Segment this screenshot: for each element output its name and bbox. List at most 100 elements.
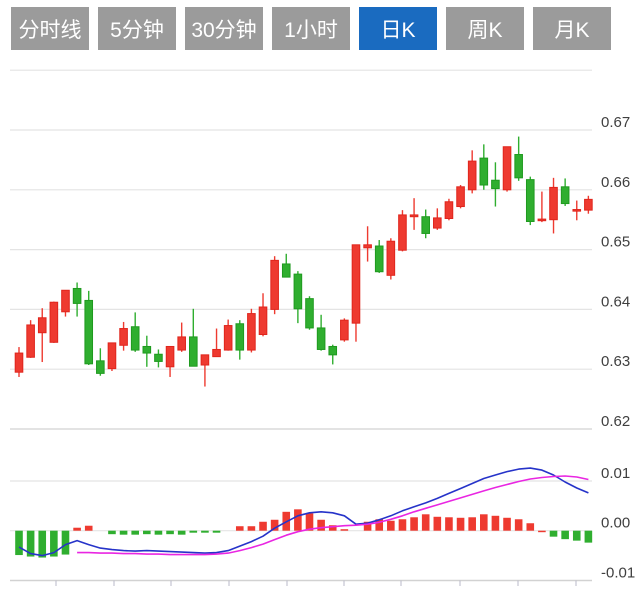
period-tabbar: 分时线 5分钟 30分钟 1小时 日K 周K 月K bbox=[11, 7, 611, 50]
candle-body bbox=[584, 198, 593, 211]
tab-1hour[interactable]: 1小时 bbox=[272, 7, 350, 50]
candle-body bbox=[247, 313, 256, 351]
macd-histogram-bar bbox=[503, 517, 511, 531]
macd-histogram-bar bbox=[212, 530, 221, 533]
macd-histogram-bar bbox=[15, 530, 23, 556]
candle-body bbox=[444, 201, 454, 220]
y-axis-label: 0.63 bbox=[601, 353, 630, 370]
candle-body bbox=[537, 218, 547, 222]
candle-body bbox=[61, 289, 70, 313]
candle-body bbox=[386, 240, 396, 276]
candle-body bbox=[340, 319, 349, 341]
tab-weekly-k[interactable]: 周K bbox=[446, 7, 524, 50]
macd-histogram-bar bbox=[538, 530, 546, 533]
candle-body bbox=[165, 345, 175, 368]
candle-body bbox=[212, 348, 221, 358]
candle-body bbox=[130, 326, 140, 351]
candle-body bbox=[270, 259, 279, 310]
macd-histogram-bar bbox=[119, 530, 128, 535]
macd-histogram-bar bbox=[445, 517, 453, 531]
candle-body bbox=[328, 345, 338, 356]
candle-body bbox=[96, 360, 105, 374]
y-axis-label: -0.01 bbox=[601, 565, 635, 582]
macd-histogram-bar bbox=[584, 530, 593, 543]
candle-body bbox=[398, 214, 407, 251]
tab-30min[interactable]: 30分钟 bbox=[185, 7, 263, 50]
macd-histogram-bar bbox=[491, 515, 500, 531]
macd-histogram-bar bbox=[177, 530, 186, 535]
macd-histogram-bar bbox=[235, 526, 244, 531]
y-axis-label: 0.67 bbox=[601, 114, 630, 131]
macd-histogram-bar bbox=[410, 517, 418, 531]
candle-body bbox=[409, 214, 419, 218]
y-axis-label: 0.65 bbox=[601, 234, 630, 251]
macd-histogram-bar bbox=[387, 520, 395, 531]
candle-body bbox=[223, 325, 233, 351]
macd-histogram-bar bbox=[317, 519, 325, 531]
y-axis-label: 0.62 bbox=[601, 413, 630, 430]
candle-body bbox=[374, 245, 384, 273]
candle-body bbox=[235, 323, 245, 351]
y-axis-label: 0.66 bbox=[601, 174, 630, 191]
macd-histogram-bar bbox=[468, 517, 476, 531]
candle-body bbox=[177, 336, 186, 351]
candle-body bbox=[421, 216, 430, 234]
candle-body bbox=[119, 328, 128, 346]
candle-body bbox=[467, 160, 477, 191]
candle-body bbox=[525, 179, 535, 222]
macd-histogram-bar bbox=[421, 514, 430, 531]
candle-body bbox=[26, 324, 35, 358]
candle-body bbox=[281, 263, 291, 278]
macd-histogram-bar bbox=[84, 525, 93, 531]
macd-histogram-bar bbox=[526, 523, 535, 531]
candle-body bbox=[316, 327, 326, 350]
macd-histogram-bar bbox=[108, 530, 116, 535]
candle-body bbox=[479, 157, 489, 186]
macd-histogram-bar bbox=[340, 529, 349, 531]
macd-histogram-bar bbox=[247, 526, 256, 531]
macd-histogram-bar bbox=[143, 530, 151, 535]
macd-histogram-bar bbox=[514, 519, 523, 531]
y-axis-label: 0.64 bbox=[601, 293, 630, 310]
y-axis-label: 0.00 bbox=[601, 515, 630, 532]
candle-body bbox=[142, 345, 152, 354]
kline-chart: 0.67 0.66 0.65 0.64 0.63 0.62 0.01 0.00 -0.01 bbox=[0, 58, 643, 586]
macd-histogram-bar bbox=[73, 527, 81, 531]
tab-5min[interactable]: 5分钟 bbox=[98, 7, 176, 50]
candle-body bbox=[502, 146, 512, 191]
candle-body bbox=[154, 353, 163, 362]
macd-histogram-bar bbox=[131, 530, 139, 535]
macd-histogram-bar bbox=[398, 519, 407, 531]
candle-body bbox=[305, 298, 314, 329]
macd-histogram-bar bbox=[561, 530, 569, 540]
candle-body bbox=[49, 301, 59, 343]
tab-daily-k[interactable]: 日K bbox=[359, 7, 437, 50]
candle-body bbox=[258, 306, 268, 336]
tab-time-line[interactable]: 分时线 bbox=[11, 7, 89, 50]
candle-body bbox=[189, 336, 198, 367]
macd-histogram-bar bbox=[259, 521, 267, 531]
macd-histogram-bar bbox=[154, 530, 163, 535]
candle-body bbox=[572, 209, 582, 212]
candle-body bbox=[560, 186, 570, 205]
candle-body bbox=[84, 299, 94, 365]
macd-histogram-bar bbox=[294, 509, 302, 531]
y-axis-label: 0.01 bbox=[601, 465, 630, 482]
candle-body bbox=[514, 154, 523, 179]
candle-body bbox=[200, 354, 210, 366]
candle-body bbox=[549, 186, 558, 221]
macd-histogram-bar bbox=[456, 517, 465, 531]
macd-histogram-bar bbox=[549, 530, 558, 537]
candle-body bbox=[456, 186, 465, 208]
macd-histogram-bar bbox=[201, 530, 209, 533]
macd-histogram-bar bbox=[38, 530, 47, 558]
macd-histogram-bar bbox=[61, 530, 70, 555]
dea-line bbox=[77, 475, 589, 556]
candlestick-macd-svg: 0.67 0.66 0.65 0.64 0.63 0.62 0.01 0.00 -0.01 bbox=[10, 69, 635, 586]
candle-body bbox=[433, 217, 442, 229]
candle-body bbox=[72, 287, 82, 304]
tab-monthly-k[interactable]: 月K bbox=[533, 7, 611, 50]
macd-histogram-bar bbox=[166, 530, 174, 535]
macd-histogram-bar bbox=[480, 514, 488, 531]
macd-histogram-bar bbox=[189, 530, 198, 533]
